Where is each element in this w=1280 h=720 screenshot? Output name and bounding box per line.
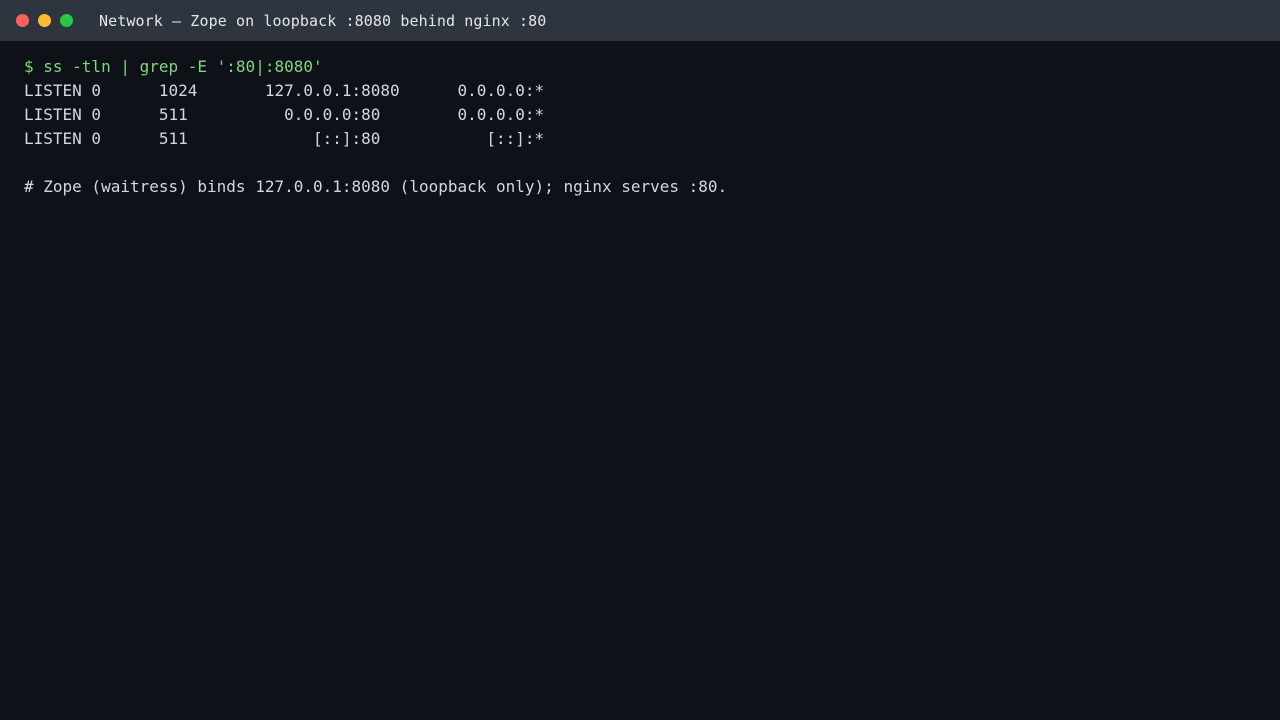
terminal-content[interactable]: $ ss -tln | grep -E ':80|:8080' LISTEN 0… [0, 41, 1280, 720]
maximize-button[interactable] [60, 14, 73, 27]
minimize-button[interactable] [38, 14, 51, 27]
output-line: LISTEN 0 511 [::]:80 [::]:* [24, 129, 545, 148]
close-button[interactable] [16, 14, 29, 27]
comment-line: # Zope (waitress) binds 127.0.0.1:8080 (… [24, 177, 728, 196]
window-controls [16, 14, 73, 27]
window-title: Network — Zope on loopback :8080 behind … [99, 11, 547, 30]
title-bar: Network — Zope on loopback :8080 behind … [0, 0, 1280, 41]
output-line: LISTEN 0 511 0.0.0.0:80 0.0.0.0:* [24, 105, 545, 124]
command-line: $ ss -tln | grep -E ':80|:8080' [24, 57, 323, 76]
terminal-window: Network — Zope on loopback :8080 behind … [0, 0, 1280, 720]
output-line: LISTEN 0 1024 127.0.0.1:8080 0.0.0.0:* [24, 81, 545, 100]
